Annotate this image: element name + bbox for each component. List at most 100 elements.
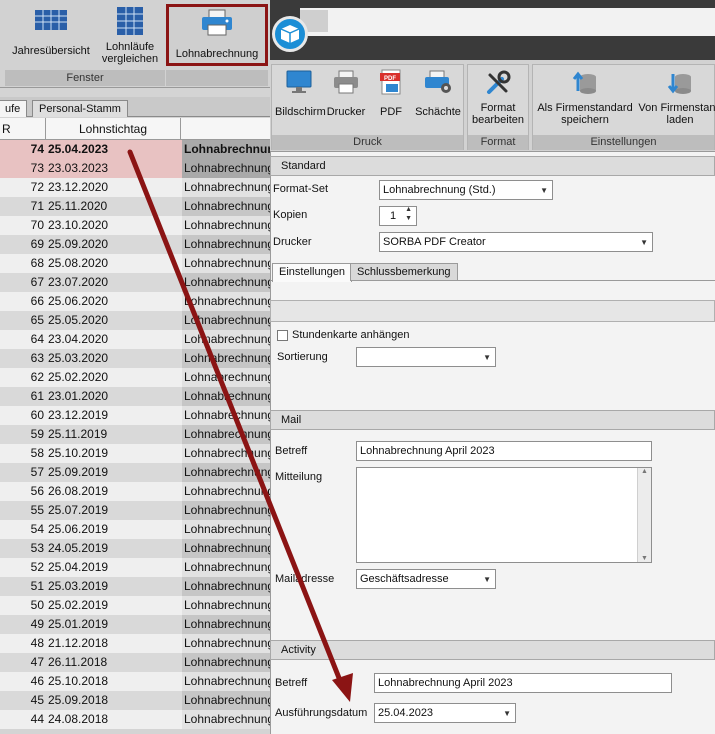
- row-date-cell: 25.05.2020: [48, 313, 109, 327]
- als-firmenstandard-speichern-button[interactable]: Als Firmenstandard speichern: [535, 69, 635, 126]
- db-download-icon: [667, 74, 691, 94]
- row-label-cell: Lohnabrechnung: [182, 349, 270, 368]
- table-row[interactable]: 73 23.03.2023 Lohnabrechnung: [0, 159, 270, 178]
- row-label-cell: Lohnabrechnung: [182, 159, 270, 178]
- row-label-cell: Lohnabrechnung: [182, 254, 270, 273]
- row-nr-cell: 51: [30, 579, 44, 593]
- stundenkarte-checkbox[interactable]: [277, 330, 288, 341]
- table-row[interactable]: 57 25.09.2019 Lohnabrechnung: [0, 463, 270, 482]
- table-row[interactable]: 46 25.10.2018 Lohnabrechnung: [0, 672, 270, 691]
- table-row[interactable]: 63 25.03.2020 Lohnabrechnung: [0, 349, 270, 368]
- row-nr-cell: 45: [30, 693, 44, 707]
- von-firmenstandard-laden-button[interactable]: Von Firmenstand laden: [635, 69, 715, 126]
- sortierung-select[interactable]: ▼: [356, 347, 496, 367]
- mailadresse-select[interactable]: Geschäftsadresse ▼: [356, 569, 496, 589]
- drucker-button[interactable]: Drucker: [324, 69, 368, 118]
- row-date-cell: 25.02.2020: [48, 370, 109, 384]
- pdf-button[interactable]: PDF PDF: [369, 69, 413, 118]
- row-nr-cell: 62: [30, 370, 44, 384]
- bildschirm-label: Bildschirm: [275, 106, 326, 118]
- column-header-lohnstichtag[interactable]: Lohnstichtag: [46, 118, 181, 140]
- table-row[interactable]: 45 25.09.2018 Lohnabrechnung: [0, 691, 270, 710]
- von-firmenstandard-laden-label: Von Firmenstand laden: [638, 102, 715, 126]
- row-nr-cell: 71: [30, 199, 44, 213]
- table-row[interactable]: 49 25.01.2019 Lohnabrechnung: [0, 615, 270, 634]
- row-label-cell: Lohnabrechnung: [182, 577, 270, 596]
- app-logo-icon[interactable]: [272, 16, 308, 52]
- table-row[interactable]: 56 26.08.2019 Lohnabrechnung: [0, 482, 270, 501]
- row-date-cell: 23.07.2020: [48, 275, 109, 289]
- column-header-nr[interactable]: R: [0, 118, 46, 140]
- schaechte-label: Schächte: [415, 106, 461, 118]
- row-nr-cell: 68: [30, 256, 44, 270]
- mailadresse-value: Geschäftsadresse: [360, 573, 449, 585]
- table-row[interactable]: 69 25.09.2020 Lohnabrechnung: [0, 235, 270, 254]
- row-date-cell: 23.12.2019: [48, 408, 109, 422]
- scrollbar[interactable]: ▲ ▼: [637, 468, 651, 562]
- row-nr-cell: 66: [30, 294, 44, 308]
- scroll-up-icon[interactable]: ▲: [638, 468, 651, 475]
- table-row[interactable]: 59 25.11.2019 Lohnabrechnung: [0, 425, 270, 444]
- mitteilung-textarea[interactable]: ▲ ▼: [356, 467, 652, 563]
- column-header-bezeichnung[interactable]: [181, 118, 270, 140]
- jahresuebersicht-button[interactable]: Jahresübersicht: [5, 6, 97, 68]
- table-row[interactable]: 68 25.08.2020 Lohnabrechnung: [0, 254, 270, 273]
- table-row[interactable]: 51 25.03.2019 Lohnabrechnung: [0, 577, 270, 596]
- left-tab-strip: ufe Personal-Stamm: [0, 97, 270, 117]
- printer-trays-icon: [425, 70, 451, 93]
- row-nr-cell: 74: [30, 142, 44, 156]
- row-date-cell: 25.06.2019: [48, 522, 109, 536]
- svg-text:PDF: PDF: [384, 76, 396, 82]
- table-row[interactable]: 52 25.04.2019 Lohnabrechnung: [0, 558, 270, 577]
- mail-betreff-input[interactable]: Lohnabrechnung April 2023: [356, 441, 652, 461]
- table-row[interactable]: 65 25.05.2020 Lohnabrechnung: [0, 311, 270, 330]
- lohnlaeufe-vergleichen-button[interactable]: Lohnläufe vergleichen: [98, 6, 162, 68]
- ausfuehrungsdatum-picker[interactable]: 25.04.2023 ▼: [374, 703, 516, 723]
- stepper-arrows-icon[interactable]: ▲ ▼: [405, 205, 412, 223]
- lohnabrechnung-button[interactable]: Lohnabrechnung: [166, 4, 268, 66]
- bildschirm-button[interactable]: Bildschirm: [275, 69, 326, 118]
- row-nr-cell: 69: [30, 237, 44, 251]
- table-row[interactable]: 62 25.02.2020 Lohnabrechnung: [0, 368, 270, 387]
- tab-schlussbemerkung[interactable]: Schlussbemerkung: [350, 263, 458, 281]
- tab-lohnlaeufe[interactable]: ufe: [0, 100, 28, 117]
- row-date-cell: 25.08.2020: [48, 256, 109, 270]
- table-row[interactable]: 66 25.06.2020 Lohnabrechnung: [0, 292, 270, 311]
- row-nr-cell: 48: [30, 636, 44, 650]
- table-row[interactable]: 71 25.11.2020 Lohnabrechnung: [0, 197, 270, 216]
- table-row[interactable]: 58 25.10.2019 Lohnabrechnung: [0, 444, 270, 463]
- sortierung-label: Sortierung: [277, 351, 328, 363]
- format-bearbeiten-button[interactable]: Format bearbeiten: [470, 69, 526, 126]
- tab-personal-stamm[interactable]: Personal-Stamm: [32, 100, 128, 117]
- table-row[interactable]: 61 23.01.2020 Lohnabrechnung: [0, 387, 270, 406]
- kopien-stepper[interactable]: 1 ▲ ▼: [379, 206, 417, 226]
- table-row[interactable]: 72 23.12.2020 Lohnabrechnung: [0, 178, 270, 197]
- table-row[interactable]: 55 25.07.2019 Lohnabrechnung: [0, 501, 270, 520]
- row-label-cell: Lohnabrechnung: [182, 615, 270, 634]
- table-row[interactable]: 64 23.04.2020 Lohnabrechnung: [0, 330, 270, 349]
- table-row[interactable]: 50 25.02.2019 Lohnabrechnung: [0, 596, 270, 615]
- table-row[interactable]: 60 23.12.2019 Lohnabrechnung: [0, 406, 270, 425]
- table-row[interactable]: 44 24.08.2018 Lohnabrechnung: [0, 710, 270, 729]
- format-set-select[interactable]: Lohnabrechnung (Std.) ▼: [379, 180, 553, 200]
- row-date-cell: 23.12.2020: [48, 180, 109, 194]
- row-nr-cell: 52: [30, 560, 44, 574]
- table-row[interactable]: 53 24.05.2019 Lohnabrechnung: [0, 539, 270, 558]
- drucker-select[interactable]: SORBA PDF Creator ▼: [379, 232, 653, 252]
- table-row[interactable]: 74 25.04.2023 Lohnabrechnung: [0, 140, 270, 159]
- table-row[interactable]: 67 23.07.2020 Lohnabrechnung: [0, 273, 270, 292]
- table-row[interactable]: 54 25.06.2019 Lohnabrechnung: [0, 520, 270, 539]
- activity-betreff-input[interactable]: Lohnabrechnung April 2023: [374, 673, 672, 693]
- scroll-down-icon[interactable]: ▼: [638, 555, 651, 562]
- grid-header: R Lohnstichtag: [0, 118, 270, 140]
- row-date-cell: 25.11.2020: [48, 199, 108, 213]
- row-date-cell: 21.12.2018: [48, 636, 109, 650]
- schaechte-button[interactable]: Schächte: [413, 69, 463, 118]
- table-row[interactable]: 48 21.12.2018 Lohnabrechnung: [0, 634, 270, 653]
- tab-einstellungen[interactable]: Einstellungen: [272, 263, 353, 282]
- ausfuehrungsdatum-value: 25.04.2023: [378, 707, 434, 719]
- left-ribbon: Jahresübersicht Lohnläufe vergleichen Lo…: [0, 0, 270, 88]
- table-row[interactable]: 47 26.11.2018 Lohnabrechnung: [0, 653, 270, 672]
- table-row[interactable]: 70 23.10.2020 Lohnabrechnung: [0, 216, 270, 235]
- row-nr-cell: 55: [30, 503, 44, 517]
